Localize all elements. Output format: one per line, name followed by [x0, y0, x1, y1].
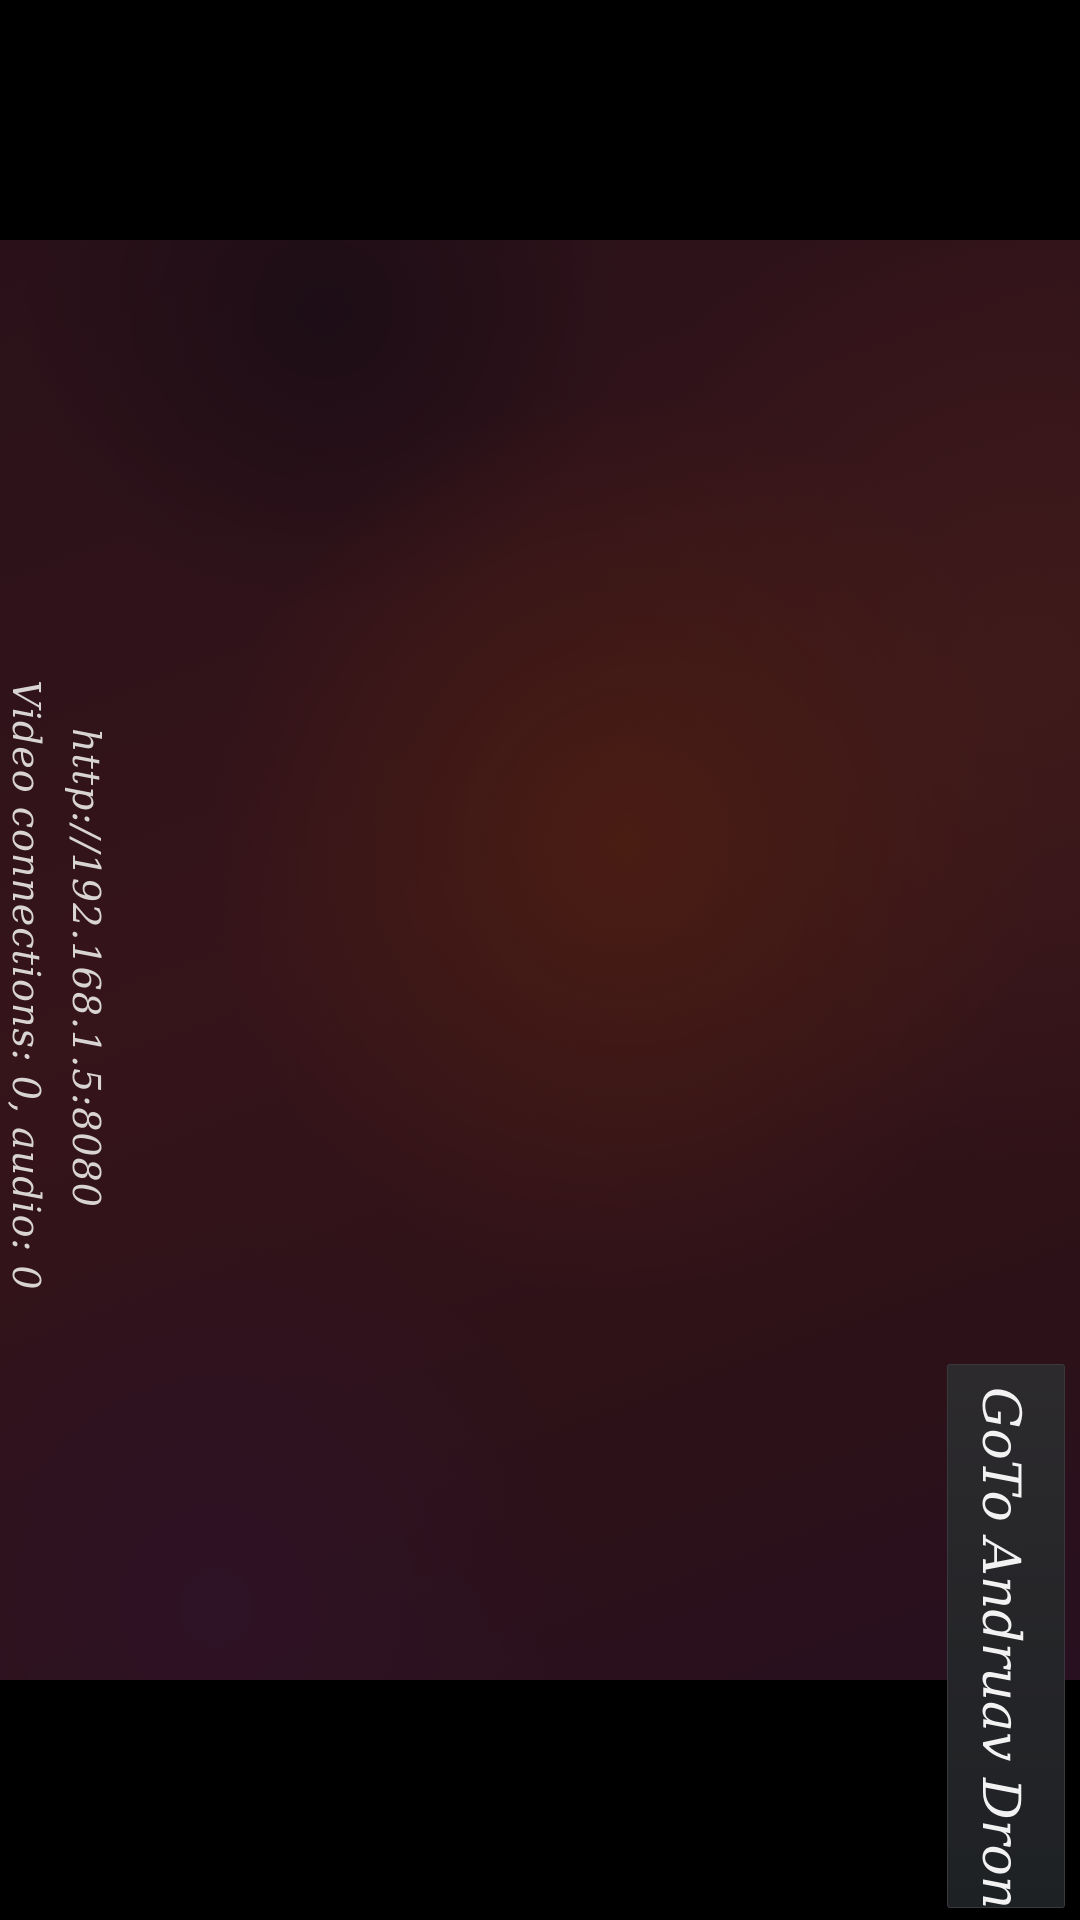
connections-status-text: Video connections: 0, audio: 0 [4, 680, 48, 1291]
goto-button-label: GoTo Andruav Drone [970, 1387, 1030, 1908]
goto-andruav-drone-button[interactable]: GoTo Andruav Drone [947, 1364, 1065, 1908]
camera-preview [0, 240, 1080, 1680]
app-screen: http://192.168.1.5:8080 Video connection… [0, 0, 1080, 1920]
server-url-text: http://192.168.1.5:8080 [64, 728, 108, 1208]
